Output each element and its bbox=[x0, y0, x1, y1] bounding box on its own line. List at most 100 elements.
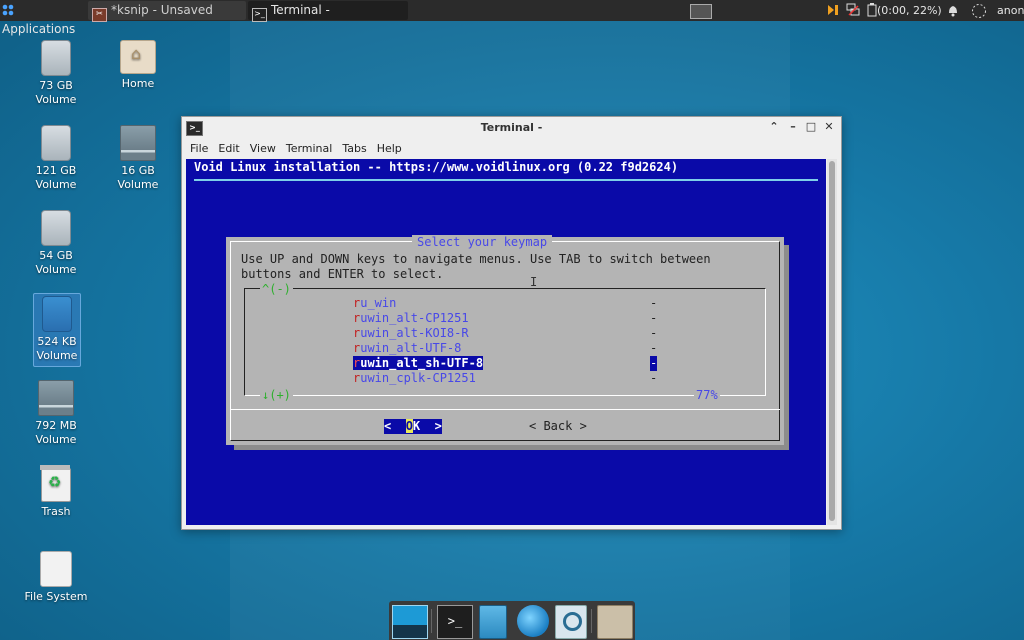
drive-icon bbox=[41, 210, 71, 246]
drive-icon bbox=[41, 40, 71, 76]
ok-bracket-right: K > bbox=[412, 419, 442, 433]
icon-label-line2: Volume bbox=[36, 349, 78, 362]
header-rule bbox=[194, 179, 818, 181]
ok-hotkey: O bbox=[405, 419, 413, 433]
desktop-icon-121gb-volume[interactable]: 121 GB Volume bbox=[16, 125, 96, 192]
terminal-icon: >_ bbox=[252, 8, 267, 22]
network-icon[interactable] bbox=[846, 3, 860, 17]
show-desktop-icon[interactable] bbox=[392, 605, 428, 639]
item-desc: - bbox=[650, 341, 658, 355]
shade-button[interactable]: ⌃ bbox=[767, 120, 781, 134]
dock-separator bbox=[591, 609, 592, 633]
installer-header: Void Linux installation -- https://www.v… bbox=[194, 160, 679, 174]
task-terminal[interactable]: >_ Terminal - bbox=[248, 1, 408, 22]
file-manager-icon[interactable] bbox=[479, 605, 507, 639]
task-terminal-label: Terminal - bbox=[271, 3, 330, 17]
window-titlebar[interactable]: >_ Terminal - ⌃ – □ ✕ bbox=[182, 117, 841, 139]
ksnip-icon: ✂ bbox=[92, 8, 107, 22]
item-desc: - bbox=[650, 296, 658, 310]
menu-tabs[interactable]: Tabs bbox=[337, 139, 371, 158]
item-text: uwin_alt-KOI8-R bbox=[360, 326, 469, 340]
icon-label-line1: 73 GB bbox=[39, 79, 73, 92]
item-label: ruwin_alt-KOI8-R bbox=[353, 326, 469, 340]
terminal-screen[interactable]: Void Linux installation -- https://www.v… bbox=[186, 159, 826, 525]
minimize-button[interactable]: – bbox=[786, 120, 800, 134]
desktop-icon-file-system[interactable]: File System bbox=[16, 551, 96, 604]
icon-label-line1: 524 KB bbox=[37, 335, 77, 348]
list-item[interactable]: ruwin_cplk-CP1251 - bbox=[353, 371, 657, 386]
keymap-menu-box bbox=[244, 288, 766, 396]
list-item[interactable]: ruwin_alt-CP1251 - bbox=[353, 311, 657, 326]
user-label[interactable]: anon bbox=[997, 1, 1024, 20]
file-system-icon bbox=[40, 551, 72, 587]
terminal-launcher-icon[interactable]: >_ bbox=[437, 605, 473, 639]
close-button[interactable]: ✕ bbox=[822, 120, 836, 134]
list-item-selected[interactable]: ruwin_alt_sh-UTF-8 - bbox=[353, 356, 658, 371]
menu-terminal[interactable]: Terminal bbox=[281, 139, 338, 158]
desktop-icon-792mb-volume[interactable]: 792 MB Volume bbox=[16, 380, 96, 447]
item-text: uwin_cplk-CP1251 bbox=[360, 371, 476, 385]
icon-label-line2: Volume bbox=[35, 263, 77, 276]
terminal-window: >_ Terminal - ⌃ – □ ✕ File Edit View Termin… bbox=[181, 116, 842, 530]
task-ksnip[interactable]: ✂ *ksnip - Unsaved bbox=[88, 1, 246, 22]
icon-label-line2: Volume bbox=[117, 178, 159, 191]
window-title: Terminal - bbox=[480, 121, 543, 134]
desktop-icon-54gb-volume[interactable]: 54 GB Volume bbox=[16, 210, 96, 277]
desktop-icon-73gb-volume[interactable]: 73 GB Volume bbox=[16, 40, 96, 107]
notifications-bell-icon[interactable] bbox=[946, 3, 960, 17]
item-text: uwin_alt-CP1251 bbox=[360, 311, 469, 325]
item-text: uwin_alt-UTF-8 bbox=[360, 341, 462, 355]
menu-view[interactable]: View bbox=[245, 139, 281, 158]
workspace-switcher[interactable] bbox=[690, 1, 712, 20]
trash-icon bbox=[40, 465, 71, 502]
item-desc: - bbox=[650, 356, 658, 371]
menu-help[interactable]: Help bbox=[372, 139, 407, 158]
dock-separator bbox=[431, 609, 432, 633]
workspace-1[interactable] bbox=[690, 4, 712, 19]
icon-label: Trash bbox=[41, 505, 71, 518]
maximize-button[interactable]: □ bbox=[804, 120, 818, 134]
prompt-line1: Use UP and DOWN keys to navigate menus. … bbox=[241, 252, 711, 266]
list-item[interactable]: ru_win - bbox=[353, 296, 657, 311]
battery-label: (0:00, 22%) bbox=[877, 4, 942, 17]
home-folder-icon[interactable] bbox=[597, 605, 633, 639]
item-label: ruwin_alt-CP1251 bbox=[353, 311, 469, 325]
terminal-scrollbar[interactable] bbox=[827, 159, 837, 525]
item-label: ruwin_alt-UTF-8 bbox=[353, 341, 461, 355]
ok-button[interactable]: < OK > bbox=[384, 419, 442, 434]
menu-edit[interactable]: Edit bbox=[213, 139, 244, 158]
home-folder-icon bbox=[120, 40, 156, 74]
icon-label-line1: 16 GB bbox=[121, 164, 155, 177]
desktop-icon-524kb-volume[interactable]: 524 KB Volume bbox=[33, 293, 81, 367]
desktop-icon-home[interactable]: Home bbox=[98, 40, 178, 91]
desktop-icon-16gb-volume[interactable]: 16 GB Volume bbox=[98, 125, 178, 192]
list-item[interactable]: ruwin_alt-KOI8-R - bbox=[353, 326, 657, 341]
system-tray: (0:00, 22%) anon bbox=[826, 1, 1024, 20]
updates-icon[interactable] bbox=[826, 3, 840, 17]
bottom-dock: >_ bbox=[389, 601, 635, 640]
icon-label-line1: 54 GB bbox=[39, 249, 73, 262]
icon-label: Home bbox=[121, 77, 155, 90]
list-item[interactable]: ruwin_alt-UTF-8 - bbox=[353, 341, 657, 356]
item-text: u_win bbox=[360, 296, 397, 310]
back-button[interactable]: < Back > bbox=[529, 419, 587, 434]
item-label: ru_win bbox=[353, 296, 396, 310]
app-finder-icon[interactable] bbox=[555, 605, 587, 639]
clock-icon[interactable] bbox=[971, 3, 986, 18]
icon-label-line1: 121 GB bbox=[35, 164, 77, 177]
applications-menu[interactable]: Applications bbox=[2, 1, 86, 36]
desktop-icon-trash[interactable]: Trash bbox=[16, 465, 96, 519]
scrollbar-thumb[interactable] bbox=[829, 161, 835, 521]
drive-icon bbox=[42, 296, 72, 332]
prompt-line2: buttons and ENTER to select. bbox=[241, 267, 444, 281]
web-browser-icon[interactable] bbox=[517, 605, 549, 637]
drive-icon bbox=[41, 125, 71, 161]
icon-label-line2: Volume bbox=[35, 93, 77, 106]
applications-label: Applications bbox=[2, 22, 76, 36]
battery-icon[interactable] bbox=[867, 3, 877, 17]
drive-icon bbox=[38, 380, 74, 416]
menu-file[interactable]: File bbox=[182, 139, 213, 158]
text-cursor-icon: I bbox=[530, 275, 538, 289]
scroll-percent: 77% bbox=[694, 388, 720, 402]
keymap-dialog: Select your keymap Use UP and DOWN keys … bbox=[226, 235, 784, 445]
